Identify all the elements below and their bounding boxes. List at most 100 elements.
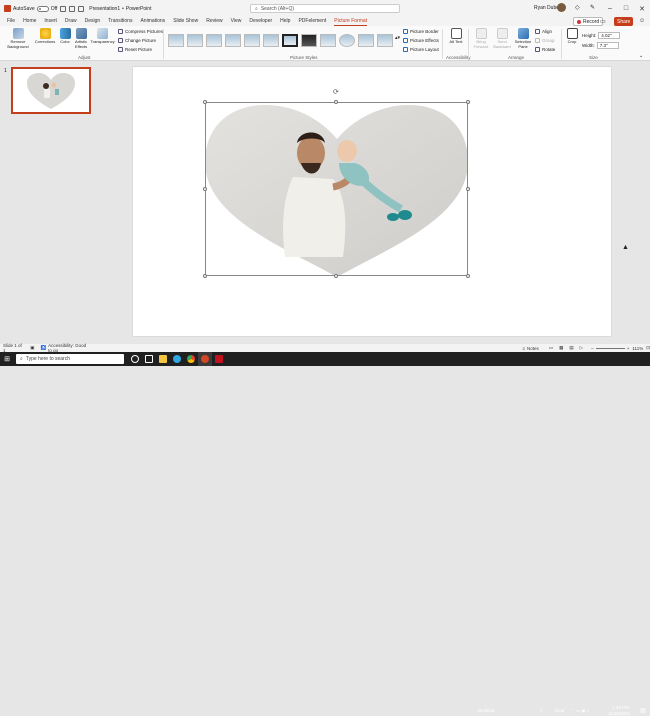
start-button[interactable]: ⊞ (0, 352, 14, 366)
tab-help[interactable]: Help (276, 17, 294, 26)
tab-insert[interactable]: Insert (40, 17, 61, 26)
resize-handle-bm[interactable] (334, 274, 338, 278)
picture-style-2[interactable] (187, 34, 203, 47)
picture-layout-button[interactable]: Picture Layout (403, 47, 439, 52)
resize-handle-tl[interactable] (203, 100, 207, 104)
notes-icon[interactable]: ≡ (522, 346, 525, 351)
gallery-scroll-icon[interactable]: ▴▾ (395, 35, 400, 41)
user-name[interactable]: Ryan Dube (534, 5, 559, 11)
spelling-icon[interactable]: ▣ (30, 345, 34, 351)
resize-handle-br[interactable] (466, 274, 470, 278)
picture-style-5[interactable] (244, 34, 260, 47)
pdf-app-button[interactable] (212, 352, 226, 366)
crop-button[interactable]: Crop (565, 28, 579, 45)
reset-picture-button[interactable]: Reset Picture (118, 47, 152, 52)
tab-pdfelement[interactable]: PDFelement (294, 17, 330, 26)
normal-view-icon[interactable]: ▭ (549, 345, 553, 351)
picture-style-8[interactable] (301, 34, 317, 47)
cortana-button[interactable] (128, 352, 142, 366)
notification-icon[interactable]: ▤ (640, 707, 646, 714)
picture-style-10[interactable] (339, 34, 355, 47)
resize-handle-tm[interactable] (334, 100, 338, 104)
search-input[interactable]: ⌕ Search (Alt+Q) (250, 4, 400, 13)
picture-style-7[interactable] (282, 34, 298, 47)
tab-draw[interactable]: Draw (61, 17, 81, 26)
weather-label[interactable]: Clear (554, 708, 565, 713)
avatar[interactable] (557, 3, 566, 12)
desktop-label[interactable]: Desktop (478, 708, 495, 713)
edge-button[interactable] (170, 352, 184, 366)
resize-handle-bl[interactable] (203, 274, 207, 278)
zoom-in-icon[interactable]: + (627, 346, 630, 351)
weather-icon[interactable]: ☾ (540, 707, 545, 714)
slide-sorter-icon[interactable]: ▦ (559, 345, 563, 351)
zoom-slider[interactable] (595, 347, 625, 349)
picture-style-4[interactable] (225, 34, 241, 47)
fit-slide-icon[interactable]: ⊡ (646, 345, 650, 351)
close-button[interactable]: ✕ (634, 0, 650, 17)
tab-slide-show[interactable]: Slide Show (169, 17, 202, 26)
resize-handle-mr[interactable] (466, 187, 470, 191)
redo-icon[interactable] (78, 5, 85, 12)
zoom-out-icon[interactable]: – (591, 346, 594, 351)
notes-button[interactable]: Notes (527, 346, 539, 351)
task-view-button[interactable] (142, 352, 156, 366)
picture-style-12[interactable] (377, 34, 393, 47)
picture-style-3[interactable] (206, 34, 222, 47)
tab-developer[interactable]: Developer (245, 17, 276, 26)
picture-border-button[interactable]: Picture Border (403, 29, 439, 34)
comments-icon[interactable]: ▭ (600, 18, 606, 25)
collapse-ribbon-icon[interactable]: ⌄ (639, 53, 643, 59)
tab-animations[interactable]: Animations (136, 17, 169, 26)
alt-text-button[interactable]: Alt Text (448, 28, 464, 45)
zoom-level[interactable]: 111% (632, 346, 643, 351)
share-button[interactable]: Share (614, 17, 634, 26)
tab-design[interactable]: Design (81, 17, 105, 26)
rotate-handle-icon[interactable]: ⟳ (333, 88, 339, 96)
file-explorer-button[interactable] (156, 352, 170, 366)
record-button[interactable]: Record (573, 17, 604, 26)
corrections-button[interactable]: Corrections (34, 28, 56, 45)
color-button[interactable]: Color (57, 28, 73, 45)
artistic-effects-button[interactable]: Artistic Effects (72, 28, 90, 49)
maximize-button[interactable]: □ (618, 0, 634, 17)
resize-handle-ml[interactable] (203, 187, 207, 191)
tab-transitions[interactable]: Transitions (104, 17, 136, 26)
selection-pane-button[interactable]: Selection Pane (514, 28, 532, 49)
compress-pictures-button[interactable]: Compress Pictures (118, 29, 163, 34)
change-picture-button[interactable]: Change Picture (118, 38, 156, 43)
smiley-icon[interactable]: ☺ (639, 18, 645, 24)
tab-review[interactable]: Review (202, 17, 226, 26)
transparency-button[interactable]: Transparency (90, 28, 115, 45)
slide-thumbnail[interactable] (11, 67, 91, 114)
undo-icon[interactable] (69, 5, 76, 12)
powerpoint-taskbar-button[interactable] (198, 352, 212, 366)
pen-icon[interactable]: ✎ (590, 4, 595, 11)
autosave-toggle[interactable] (36, 5, 49, 12)
diamond-icon[interactable]: ◇ (575, 4, 580, 11)
accessibility-icon[interactable]: ♿ (41, 345, 47, 351)
picture-style-1[interactable] (168, 34, 184, 47)
resize-handle-tr[interactable] (466, 100, 470, 104)
taskbar-search-input[interactable]: ⌕ Type here to search (16, 354, 124, 364)
minimize-button[interactable]: – (602, 0, 618, 17)
send-backward-button[interactable]: Send Backward (492, 28, 512, 49)
autosave-control[interactable]: AutoSave Off (4, 5, 57, 12)
tab-picture-format[interactable]: Picture Format (330, 17, 371, 26)
remove-background-button[interactable]: Remove Background (4, 28, 32, 49)
tab-file[interactable]: File (3, 17, 19, 26)
picture-style-11[interactable] (358, 34, 374, 47)
tab-view[interactable]: View (227, 17, 246, 26)
align-button[interactable]: Align (535, 29, 552, 34)
width-field[interactable]: 7.3" (596, 42, 619, 49)
tray-icons[interactable]: ⌃ ▭ ◉ ♪ (571, 708, 589, 714)
clock-time[interactable]: 1:34 PM (612, 705, 629, 710)
save-icon[interactable] (60, 5, 67, 12)
clock-date[interactable]: 11/28/2021 (608, 711, 630, 716)
reading-view-icon[interactable]: ▤ (569, 345, 573, 351)
picture-style-6[interactable] (263, 34, 279, 47)
height-field[interactable]: 4.02" (598, 32, 621, 39)
chrome-button[interactable] (184, 352, 198, 366)
picture-style-9[interactable] (320, 34, 336, 47)
picture-effects-button[interactable]: Picture Effects (403, 38, 439, 43)
